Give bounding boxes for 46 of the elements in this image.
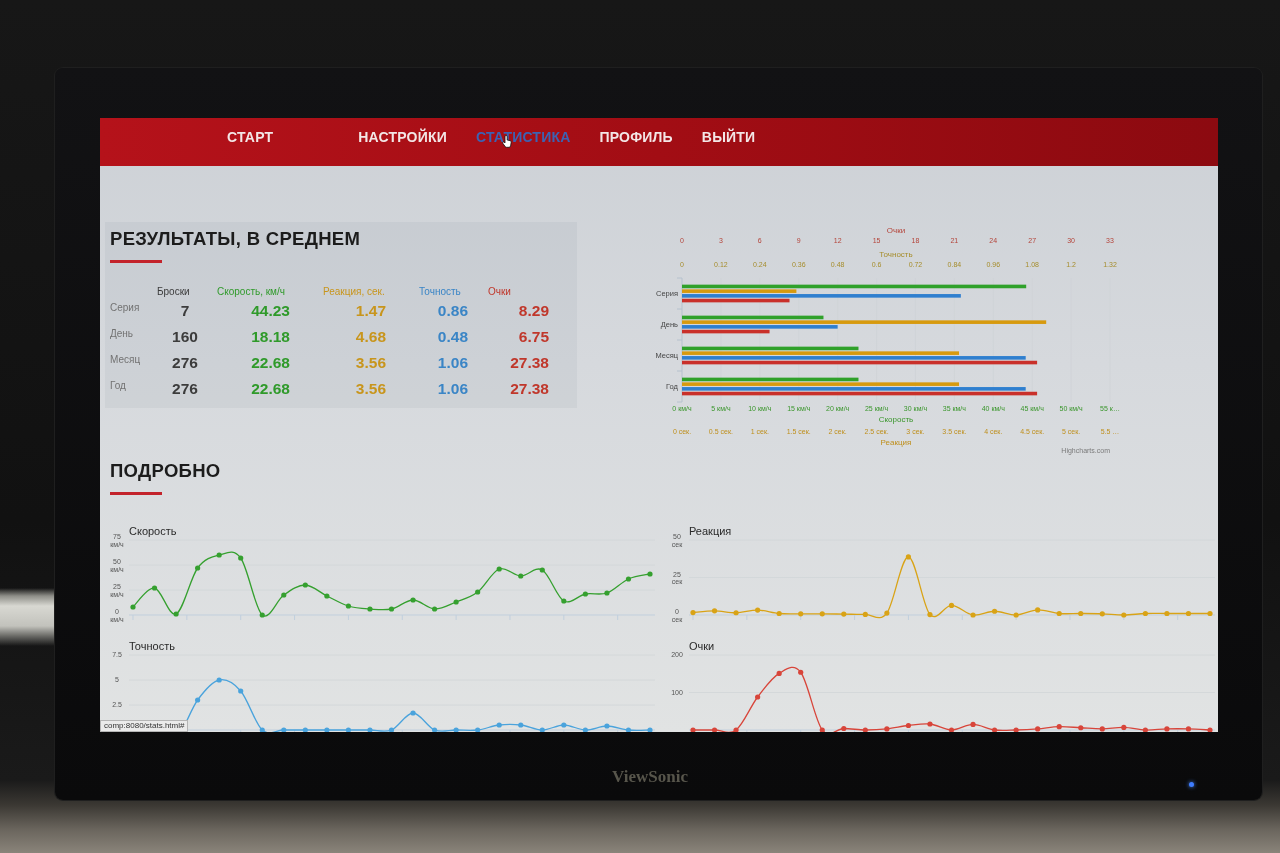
- chart-title: Реакция: [689, 524, 732, 538]
- table-cell-text: 27.38: [509, 379, 550, 399]
- row-label: Год: [110, 380, 127, 392]
- nav-link[interactable]: СТАРТ: [227, 129, 274, 145]
- table-cell-text: 27.38: [509, 353, 550, 373]
- power-led-icon: [1189, 782, 1194, 787]
- table-cell-text: 6.75: [517, 327, 550, 347]
- table-cell-text: 8.29: [517, 301, 550, 321]
- status-bar-url: comp:8080/stats.html#: [100, 720, 189, 732]
- row-label: Месяц: [110, 354, 142, 366]
- column-header: Очки: [487, 286, 512, 298]
- axis-title: Очки: [886, 226, 906, 235]
- brand-logo: ViewSonic: [612, 767, 688, 787]
- table-cell-text: 1.47: [354, 301, 387, 321]
- table-cell-text: 44.23: [250, 301, 291, 321]
- column-header: Скорость, км/ч: [216, 286, 286, 298]
- column-header: Броски: [156, 286, 191, 298]
- table-cell-text: 0.48: [436, 327, 469, 347]
- table-cell-text: 276: [171, 379, 199, 399]
- axis-title: Реакция: [880, 438, 912, 447]
- nav-link[interactable]: НАСТРОЙКИ: [358, 129, 447, 145]
- table-cell-text: 160: [171, 327, 199, 347]
- table-cell-text: 7: [179, 301, 191, 321]
- row-label: День: [110, 328, 135, 340]
- nav-link[interactable]: ВЫЙТИ: [701, 129, 756, 145]
- table-cell-text: 3.56: [354, 353, 387, 373]
- section-title: ПОДРОБНО: [110, 460, 222, 482]
- table-cell-text: 0.86: [436, 301, 469, 321]
- column-header: Реакция, сек.: [322, 286, 386, 298]
- table-cell-text: 1.06: [436, 379, 469, 399]
- table-cell-text: 4.68: [354, 327, 387, 347]
- section-title: РЕЗУЛЬТАТЫ, В СРЕДНЕМ: [110, 228, 362, 250]
- axis-title: Точность: [879, 250, 913, 259]
- column-header: Точность: [418, 286, 462, 298]
- chart-title: Скорость: [129, 524, 177, 538]
- table-cell-text: 1.06: [436, 353, 469, 373]
- chart-title: Очки: [689, 639, 715, 653]
- table-cell-text: 276: [171, 353, 199, 373]
- table-cell-text: 22.68: [250, 353, 291, 373]
- table-cell-text: 3.56: [354, 379, 387, 399]
- row-label: Серия: [110, 302, 141, 314]
- table-cell-text: 18.18: [250, 327, 291, 347]
- axis-title: Скорость: [878, 415, 914, 424]
- table-cell-text: 22.68: [250, 379, 291, 399]
- chart-title: Точность: [129, 639, 175, 653]
- nav-link[interactable]: ПРОФИЛЬ: [599, 129, 673, 145]
